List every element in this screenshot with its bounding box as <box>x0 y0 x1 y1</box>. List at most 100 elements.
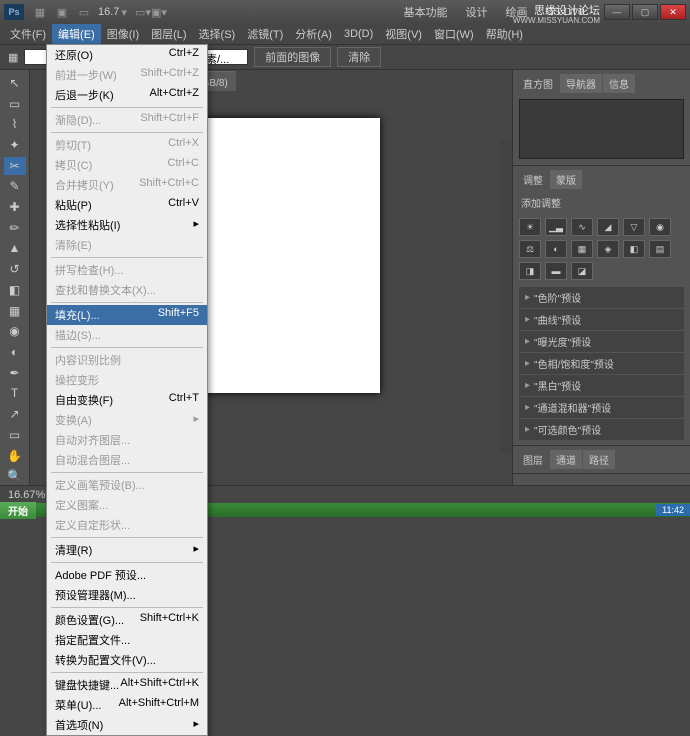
menu-item[interactable]: 颜色设置(G)...Shift+Ctrl+K <box>47 610 207 630</box>
bridge-icon[interactable]: ▦ <box>32 4 48 20</box>
zoom-tool[interactable]: 🔍 <box>4 467 26 485</box>
menu-item[interactable]: 后退一步(K)Alt+Ctrl+Z <box>47 85 207 105</box>
toolbox: ↖ ▭ ⌇ ✦ ✂ ✎ ✚ ✏ ▲ ↺ ◧ ▦ ◉ ◐ ✒ T ↗ ▭ ✋ 🔍 <box>0 70 30 485</box>
panel-strip[interactable] <box>500 140 512 453</box>
view-icon[interactable]: ▭▾ <box>135 4 151 20</box>
zoom-dropdown-icon[interactable]: ▾ <box>121 6 127 19</box>
paths-tab[interactable]: 路径 <box>583 450 615 469</box>
pen-tool[interactable]: ✒ <box>4 364 26 382</box>
menu-item[interactable]: Adobe PDF 预设... <box>47 565 207 585</box>
curves-icon[interactable]: ∿ <box>571 218 593 236</box>
menu-2[interactable]: 图像(I) <box>101 24 145 44</box>
bw-icon[interactable]: ◐ <box>545 240 567 258</box>
menu-item[interactable]: 指定配置文件... <box>47 630 207 650</box>
vibrance-icon[interactable]: ▽ <box>623 218 645 236</box>
menu-item[interactable]: 填充(L)...Shift+F5 <box>47 305 207 325</box>
close-button[interactable]: ✕ <box>660 4 686 20</box>
mini-bridge-icon[interactable]: ▣ <box>54 4 70 20</box>
move-tool[interactable]: ↖ <box>4 74 26 92</box>
eraser-tool[interactable]: ◧ <box>4 281 26 299</box>
channels-tab[interactable]: 通道 <box>550 450 582 469</box>
menu-item: 自动对齐图层... <box>47 430 207 450</box>
histogram-tab[interactable]: 直方图 <box>517 74 559 93</box>
menu-item[interactable]: 菜单(U)...Alt+Shift+Ctrl+M <box>47 695 207 715</box>
menu-9[interactable]: 窗口(W) <box>428 24 480 44</box>
selectivecolor-icon[interactable]: ◪ <box>571 262 593 280</box>
status-zoom[interactable]: 16.67% <box>8 489 45 501</box>
hand-tool[interactable]: ✋ <box>4 447 26 465</box>
preset-item[interactable]: "黑白"预设 <box>519 375 684 396</box>
menu-item[interactable]: 粘贴(P)Ctrl+V <box>47 195 207 215</box>
brush-tool[interactable]: ✏ <box>4 219 26 237</box>
path-tool[interactable]: ↗ <box>4 405 26 423</box>
menu-item[interactable]: 预设管理器(M)... <box>47 585 207 605</box>
posterize-icon[interactable]: ▤ <box>649 240 671 258</box>
menu-item[interactable]: 选择性粘贴(I)▸ <box>47 215 207 235</box>
colorbalance-icon[interactable]: ⚖ <box>519 240 541 258</box>
stamp-tool[interactable]: ▲ <box>4 240 26 258</box>
workspace-tab-basic[interactable]: 基本功能 <box>399 2 451 22</box>
masks-tab[interactable]: 蒙版 <box>550 170 582 189</box>
eyedropper-tool[interactable]: ✎ <box>4 178 26 196</box>
channelmixer-icon[interactable]: ◈ <box>597 240 619 258</box>
adjustments-tab[interactable]: 调整 <box>517 170 549 189</box>
menu-item: 定义画笔预设(B)... <box>47 475 207 495</box>
menu-7[interactable]: 3D(D) <box>338 26 379 42</box>
clear-button[interactable]: 清除 <box>337 47 381 67</box>
wand-tool[interactable]: ✦ <box>4 136 26 154</box>
preset-item[interactable]: "曝光度"预设 <box>519 331 684 352</box>
shape-tool[interactable]: ▭ <box>4 426 26 444</box>
gradientmap-icon[interactable]: ▬ <box>545 262 567 280</box>
system-tray-time[interactable]: 11:42 <box>656 504 690 516</box>
menu-8[interactable]: 视图(V) <box>379 24 428 44</box>
menu-item: 剪切(T)Ctrl+X <box>47 135 207 155</box>
menu-item[interactable]: 还原(O)Ctrl+Z <box>47 45 207 65</box>
menu-6[interactable]: 分析(A) <box>289 24 338 44</box>
type-tool[interactable]: T <box>4 385 26 403</box>
front-image-button[interactable]: 前面的图像 <box>254 47 331 67</box>
preset-item[interactable]: "色阶"预设 <box>519 287 684 308</box>
preset-item[interactable]: "可选颜色"预设 <box>519 419 684 440</box>
menu-item[interactable]: 转换为配置文件(V)... <box>47 650 207 670</box>
width-input[interactable] <box>24 49 48 65</box>
extras-icon[interactable]: ▭ <box>76 4 92 20</box>
menu-5[interactable]: 滤镜(T) <box>241 24 289 44</box>
menu-item[interactable]: 清理(R)▸ <box>47 540 207 560</box>
heal-tool[interactable]: ✚ <box>4 198 26 216</box>
menu-item[interactable]: 自由变换(F)Ctrl+T <box>47 390 207 410</box>
workspace-tab-design[interactable]: 设计 <box>461 2 491 22</box>
start-button[interactable]: 开始 <box>0 502 36 519</box>
history-brush-tool[interactable]: ↺ <box>4 260 26 278</box>
zoom-level[interactable]: 16.7 <box>98 6 119 18</box>
minimize-button[interactable]: — <box>604 4 630 20</box>
invert-icon[interactable]: ◧ <box>623 240 645 258</box>
menu-0[interactable]: 文件(F) <box>4 24 52 44</box>
layers-tab[interactable]: 图层 <box>517 450 549 469</box>
marquee-tool[interactable]: ▭ <box>4 95 26 113</box>
menu-10[interactable]: 帮助(H) <box>480 24 529 44</box>
photofilter-icon[interactable]: ▦ <box>571 240 593 258</box>
menu-3[interactable]: 图层(L) <box>145 24 192 44</box>
screen-mode-icon[interactable]: ▣▾ <box>151 4 167 20</box>
dodge-tool[interactable]: ◐ <box>4 343 26 361</box>
exposure-icon[interactable]: ◢ <box>597 218 619 236</box>
maximize-button[interactable]: ▢ <box>632 4 658 20</box>
navigator-tab[interactable]: 导航器 <box>560 74 602 93</box>
preset-item[interactable]: "色相/饱和度"预设 <box>519 353 684 374</box>
crop-tool[interactable]: ✂ <box>4 157 26 175</box>
levels-icon[interactable]: ▁▃ <box>545 218 567 236</box>
preset-item[interactable]: "曲线"预设 <box>519 309 684 330</box>
preset-item[interactable]: "通道混和器"预设 <box>519 397 684 418</box>
menu-item[interactable]: 首选项(N)▸ <box>47 715 207 735</box>
blur-tool[interactable]: ◉ <box>4 322 26 340</box>
brightness-icon[interactable]: ☀ <box>519 218 541 236</box>
hue-icon[interactable]: ◉ <box>649 218 671 236</box>
info-tab[interactable]: 信息 <box>603 74 635 93</box>
threshold-icon[interactable]: ◨ <box>519 262 541 280</box>
lasso-tool[interactable]: ⌇ <box>4 115 26 133</box>
menu-1[interactable]: 编辑(E) <box>52 24 101 44</box>
menu-4[interactable]: 选择(S) <box>193 24 242 44</box>
menu-item: 操控变形 <box>47 370 207 390</box>
menu-item[interactable]: 键盘快捷键...Alt+Shift+Ctrl+K <box>47 675 207 695</box>
gradient-tool[interactable]: ▦ <box>4 302 26 320</box>
